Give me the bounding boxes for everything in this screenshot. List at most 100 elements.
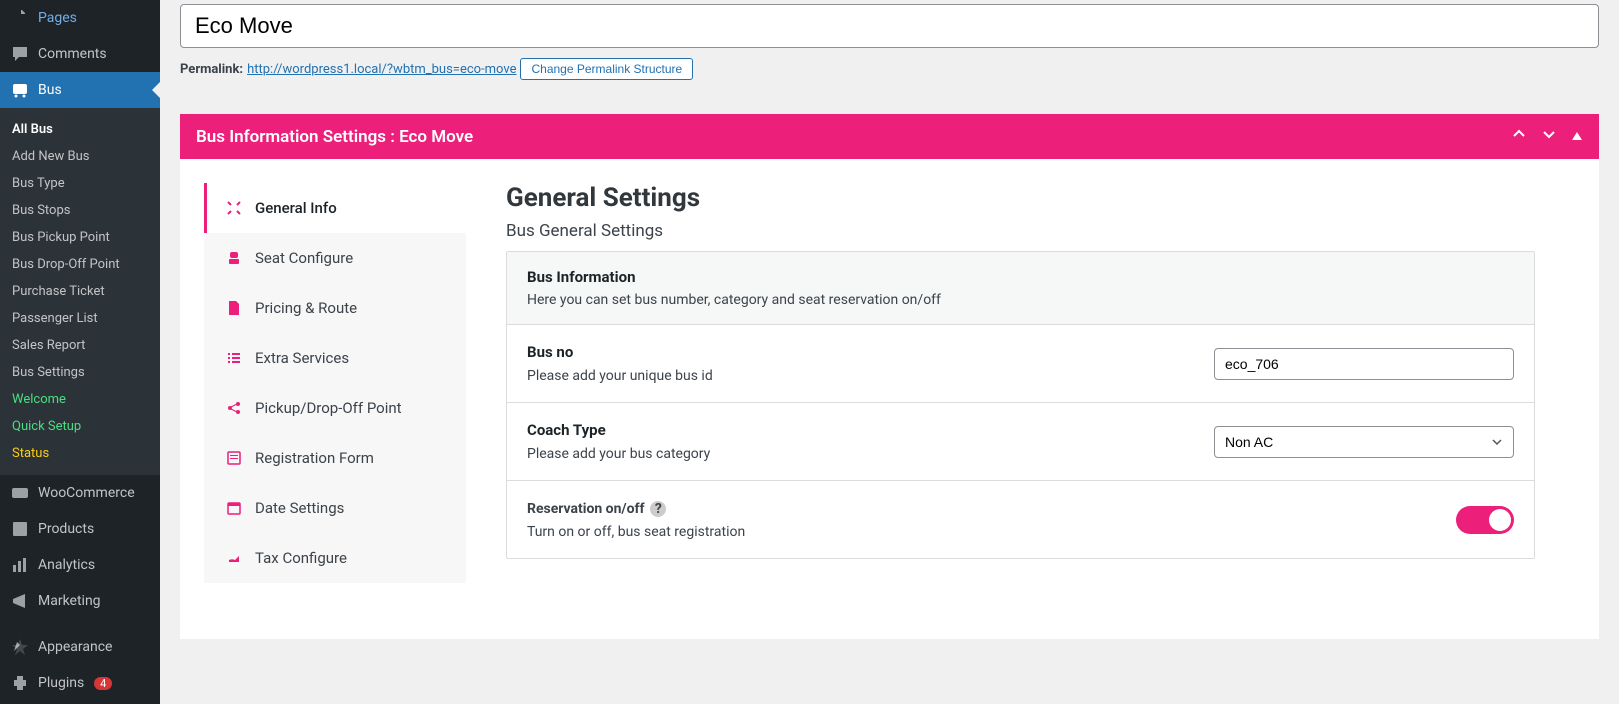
bus-no-input[interactable]	[1214, 348, 1514, 380]
pages-icon	[10, 8, 30, 28]
panel-title: Bus Information Settings : Eco Move	[196, 127, 473, 147]
seat-icon	[225, 250, 243, 266]
chevron-down-icon[interactable]	[1541, 126, 1557, 147]
field-control	[1214, 348, 1514, 380]
sidebar-item-appearance[interactable]: Appearance	[0, 629, 160, 665]
submenu-pickup[interactable]: Bus Pickup Point	[0, 224, 160, 251]
tab-pickup[interactable]: Pickup/Drop-Off Point	[204, 383, 466, 433]
field-coach-type: Coach Type Please add your bus category …	[507, 403, 1534, 481]
sidebar-item-woocommerce[interactable]: WooCommerce	[0, 475, 160, 511]
appearance-icon	[10, 637, 30, 657]
coach-type-select[interactable]: Non AC	[1214, 426, 1514, 458]
triangle-up-icon[interactable]	[1571, 127, 1583, 147]
tab-label: Pricing & Route	[255, 299, 357, 317]
submenu-dropoff[interactable]: Bus Drop-Off Point	[0, 251, 160, 278]
woocommerce-icon	[10, 483, 30, 503]
list-icon	[225, 350, 243, 366]
permalink-row: Permalink: http://wordpress1.local/?wbtm…	[180, 48, 1599, 90]
help-icon[interactable]: ?	[650, 501, 666, 517]
sidebar-item-pages[interactable]: Pages	[0, 0, 160, 36]
sidebar-item-products[interactable]: Products	[0, 511, 160, 547]
label: Reservation on/off ?	[527, 499, 1456, 517]
sidebar-item-marketing[interactable]: Marketing	[0, 583, 160, 619]
submenu-sales[interactable]: Sales Report	[0, 332, 160, 359]
panel-body: General Info Seat Configure Pricing & Ro…	[180, 159, 1599, 639]
desc: Please add your unique bus id	[527, 368, 713, 384]
permalink-label: Permalink:	[180, 62, 243, 77]
chevron-up-icon[interactable]	[1511, 126, 1527, 147]
post-title-input[interactable]	[180, 4, 1599, 48]
tab-pricing[interactable]: Pricing & Route	[204, 283, 466, 333]
tab-registration[interactable]: Registration Form	[204, 433, 466, 483]
label: Bus no	[527, 343, 1214, 361]
submenu-passenger[interactable]: Passenger List	[0, 305, 160, 332]
bus-icon	[10, 80, 30, 100]
label: Analytics	[38, 557, 95, 573]
tab-extra[interactable]: Extra Services	[204, 333, 466, 383]
tab-label: General Info	[255, 199, 337, 217]
main-content: Permalink: http://wordpress1.local/?wbtm…	[160, 0, 1619, 704]
label: Plugins	[38, 675, 84, 691]
submenu-bus-stops[interactable]: Bus Stops	[0, 197, 160, 224]
label: WooCommerce	[38, 485, 135, 501]
label: Products	[38, 521, 94, 537]
panel-header: Bus Information Settings : Eco Move	[180, 114, 1599, 159]
permalink-url[interactable]: http://wordpress1.local/?wbtm_bus=eco-mo…	[247, 62, 516, 77]
tab-content: General Settings Bus General Settings Bu…	[466, 183, 1575, 615]
card-title: Bus Information	[527, 268, 1514, 286]
submenu-purchase[interactable]: Purchase Ticket	[0, 278, 160, 305]
submenu-add-new[interactable]: Add New Bus	[0, 143, 160, 170]
label: Comments	[38, 46, 107, 62]
sidebar-item-analytics[interactable]: Analytics	[0, 547, 160, 583]
submenu-quick[interactable]: Quick Setup	[0, 413, 160, 440]
content-subtitle: Bus General Settings	[506, 221, 1535, 241]
admin-sidebar: Pages Comments Bus All Bus Add New Bus B…	[0, 0, 160, 704]
submenu-all-bus[interactable]: All Bus	[0, 116, 160, 143]
tab-general[interactable]: General Info	[204, 183, 466, 233]
field-label: Reservation on/off ? Turn on or off, bus…	[527, 499, 1456, 540]
label: Pages	[38, 10, 77, 26]
label: Marketing	[38, 593, 101, 609]
tab-label: Tax Configure	[255, 549, 347, 567]
sidebar-item-bus[interactable]: Bus	[0, 72, 160, 108]
plugins-badge: 4	[94, 677, 112, 690]
tab-label: Pickup/Drop-Off Point	[255, 399, 402, 417]
tools-icon	[225, 200, 243, 216]
tab-label: Registration Form	[255, 449, 374, 467]
field-bus-no: Bus no Please add your unique bus id	[507, 325, 1534, 403]
sidebar-item-plugins[interactable]: Plugins 4	[0, 665, 160, 701]
marketing-icon	[10, 591, 30, 611]
reservation-toggle[interactable]	[1456, 506, 1514, 534]
card-header: Bus Information Here you can set bus num…	[507, 252, 1534, 325]
tab-seat[interactable]: Seat Configure	[204, 233, 466, 283]
analytics-icon	[10, 555, 30, 575]
bus-info-card: Bus Information Here you can set bus num…	[506, 251, 1535, 559]
change-permalink-button[interactable]: Change Permalink Structure	[520, 58, 693, 80]
tab-tax[interactable]: Tax Configure	[204, 533, 466, 583]
desc: Please add your bus category	[527, 446, 710, 462]
comments-icon	[10, 44, 30, 64]
bus-submenu: All Bus Add New Bus Bus Type Bus Stops B…	[0, 108, 160, 475]
products-icon	[10, 519, 30, 539]
calendar-icon	[225, 500, 243, 516]
tab-label: Date Settings	[255, 499, 344, 517]
tab-label: Seat Configure	[255, 249, 353, 267]
field-label: Coach Type Please add your bus category	[527, 421, 1214, 462]
submenu-bus-type[interactable]: Bus Type	[0, 170, 160, 197]
field-label: Bus no Please add your unique bus id	[527, 343, 1214, 384]
submenu-status[interactable]: Status	[0, 440, 160, 467]
submenu-settings[interactable]: Bus Settings	[0, 359, 160, 386]
label: Appearance	[38, 639, 112, 655]
field-control: Non AC	[1214, 426, 1514, 458]
submenu-welcome[interactable]: Welcome	[0, 386, 160, 413]
plugins-icon	[10, 673, 30, 693]
tab-label: Extra Services	[255, 349, 349, 367]
content-heading: General Settings	[506, 183, 1535, 213]
share-icon	[225, 400, 243, 416]
tab-date[interactable]: Date Settings	[204, 483, 466, 533]
desc: Turn on or off, bus seat registration	[527, 524, 745, 540]
form-icon	[225, 450, 243, 466]
sidebar-item-comments[interactable]: Comments	[0, 36, 160, 72]
field-control	[1456, 506, 1514, 534]
label: Coach Type	[527, 421, 1214, 439]
